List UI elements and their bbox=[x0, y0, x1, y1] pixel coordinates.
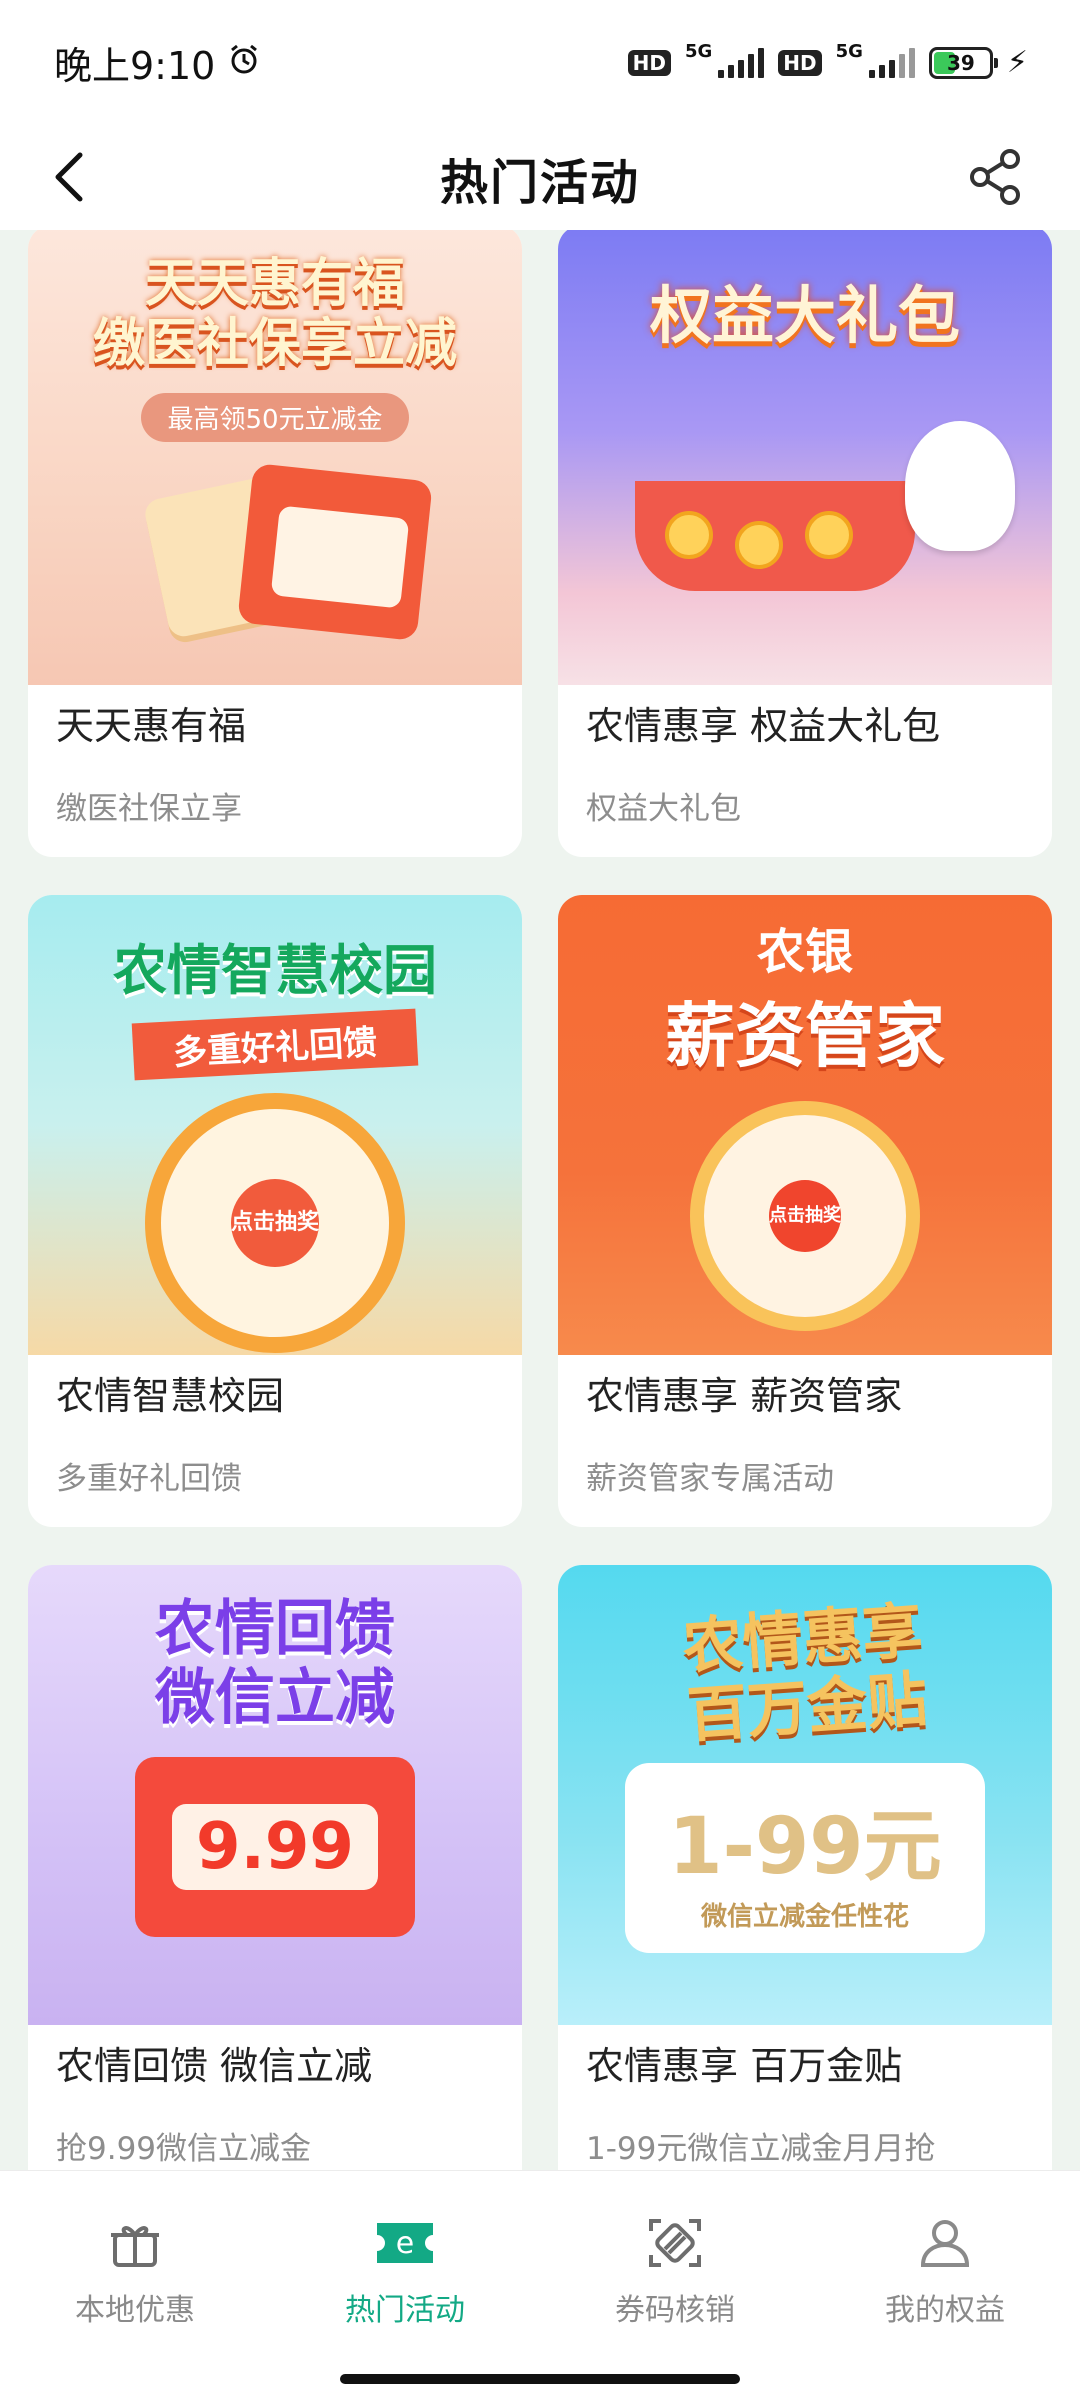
activity-banner-image: 权益大礼包 bbox=[558, 230, 1052, 685]
card-title: 农情惠享 权益大礼包 bbox=[586, 704, 941, 748]
activity-card[interactable]: 天天惠有福 缴医社保享立减 最高领50元立减金 天天惠有福 缴医社保立享 bbox=[28, 230, 522, 857]
status-right: HD 5G HD 5G 39 ⚡ bbox=[627, 40, 1028, 83]
banner-headline: 农情惠享 百万金贴 bbox=[680, 1596, 930, 1752]
activity-card[interactable]: 权益大礼包 农情惠享 权益大礼包 权益大礼包 bbox=[558, 230, 1052, 857]
activity-banner-image: 农银 薪资管家 点击抽奖 bbox=[558, 895, 1052, 1355]
tab-my-benefits[interactable]: 我的权益 bbox=[810, 2211, 1080, 2361]
banner-note: 微信立减金任性花 bbox=[700, 1901, 909, 1932]
activity-grid: 天天惠有福 缴医社保享立减 最高领50元立减金 天天惠有福 缴医社保立享 权益大… bbox=[0, 230, 1080, 2170]
medical-card-illustration bbox=[125, 462, 433, 642]
tab-label: 券码核销 bbox=[615, 2293, 735, 2328]
red-envelope-image: 9.99 bbox=[135, 1757, 415, 1937]
activity-card[interactable]: 农银 薪资管家 点击抽奖 农情惠享 薪资管家 薪资管家专属活动 bbox=[558, 895, 1052, 1527]
signal-strength-icon bbox=[868, 47, 915, 78]
activity-banner-image: 农情惠享 百万金贴 1-99元 微信立减金任性花 bbox=[558, 1565, 1052, 2025]
status-left: 晚上9:10 bbox=[54, 35, 261, 90]
card-subtitle: 多重好礼回馈 bbox=[56, 1461, 242, 1497]
charging-icon: ⚡ bbox=[1006, 45, 1028, 80]
network-type-label: 5G bbox=[684, 40, 713, 62]
share-button[interactable] bbox=[964, 145, 1028, 209]
card-title: 农情智慧校园 bbox=[56, 1374, 285, 1418]
card-subtitle: 抢9.99微信立减金 bbox=[56, 2131, 312, 2167]
card-subtitle: 薪资管家专属活动 bbox=[586, 1461, 834, 1497]
tab-label: 热门活动 bbox=[345, 2293, 465, 2328]
tab-label: 我的权益 bbox=[885, 2293, 1005, 2328]
gift-basket-illustration bbox=[595, 391, 1015, 601]
scan-coupon-icon bbox=[643, 2211, 707, 2275]
card-subtitle: 权益大礼包 bbox=[586, 791, 741, 827]
card-subtitle: 缴医社保立享 bbox=[56, 791, 242, 827]
hd-badge: HD bbox=[627, 49, 671, 76]
card-title: 农情惠享 百万金贴 bbox=[586, 2044, 903, 2088]
activity-card[interactable]: 农情回馈 微信立减 9.99 农情回馈 微信立减 抢9.99微信立减金 bbox=[28, 1565, 522, 2170]
battery-icon: 39 bbox=[928, 46, 998, 79]
banner-amount: 9.99 bbox=[172, 1804, 378, 1890]
activity-card[interactable]: 农情惠享 百万金贴 1-99元 微信立减金任性花 农情惠享 百万金贴 1-99元… bbox=[558, 1565, 1052, 2170]
banner-line2: 微信立减 bbox=[155, 1663, 395, 1733]
share-icon bbox=[970, 149, 1020, 205]
nav-bar: 热门活动 bbox=[0, 125, 1080, 230]
gift-icon bbox=[103, 2211, 167, 2275]
prize-wheel-image: 点击抽奖 bbox=[690, 1101, 920, 1332]
hd-badge: HD bbox=[778, 49, 822, 76]
wheel-center-label: 点击抽奖 bbox=[769, 1180, 841, 1253]
banner-line2: 缴医社保享立减 bbox=[92, 313, 457, 374]
banner-line2: 薪资管家 bbox=[665, 995, 945, 1078]
banner-headline: 农情回馈 微信立减 bbox=[155, 1595, 395, 1733]
mascot-image bbox=[905, 421, 1015, 552]
card-title: 农情回馈 微信立减 bbox=[56, 2044, 373, 2088]
bottom-tab-bar: 本地优惠 e 热门活动 券码核销 我的权益 bbox=[0, 2170, 1080, 2400]
banner-line1: 天天惠有福 bbox=[144, 254, 405, 314]
battery-level: 39 bbox=[947, 50, 975, 75]
activity-banner-image: 农情智慧校园 多重好礼回馈 点击抽奖 bbox=[28, 895, 522, 1355]
card-title: 天天惠有福 bbox=[56, 704, 247, 748]
prize-wheel-image: 点击抽奖 bbox=[145, 1093, 405, 1354]
banner-pill: 最高领50元立减金 bbox=[141, 392, 409, 442]
alarm-icon bbox=[227, 41, 261, 85]
status-bar: 晚上9:10 HD 5G HD 5G 39 ⚡ bbox=[0, 0, 1080, 125]
network-type-label: 5G bbox=[835, 40, 863, 62]
wheel-center-label: 点击抽奖 bbox=[231, 1179, 319, 1268]
banner-line1: 农情回馈 bbox=[155, 1594, 395, 1664]
banner-panel: 1-99元 微信立减金任性花 bbox=[625, 1763, 985, 1953]
banner-ribbon: 多重好礼回馈 bbox=[131, 1008, 419, 1081]
banner-headline: 农情智慧校园 bbox=[113, 939, 437, 1002]
chevron-left-icon bbox=[55, 152, 83, 202]
page-title: 热门活动 bbox=[439, 154, 640, 211]
clock-time: 晚上9:10 bbox=[54, 44, 216, 88]
tab-coupon-verify[interactable]: 券码核销 bbox=[540, 2211, 810, 2361]
tab-label: 本地优惠 bbox=[75, 2293, 195, 2328]
user-icon bbox=[913, 2211, 977, 2275]
home-indicator[interactable] bbox=[340, 2374, 740, 2384]
activity-card[interactable]: 农情智慧校园 多重好礼回馈 点击抽奖 农情智慧校园 多重好礼回馈 bbox=[28, 895, 522, 1527]
back-button[interactable] bbox=[40, 147, 100, 207]
banner-headline: 天天惠有福 缴医社保享立减 bbox=[92, 254, 457, 375]
signal-strength-icon bbox=[718, 47, 765, 78]
activity-banner-image: 天天惠有福 缴医社保享立减 最高领50元立减金 bbox=[28, 230, 522, 685]
tab-local-offers[interactable]: 本地优惠 bbox=[0, 2211, 270, 2361]
banner-line2: 百万金贴 bbox=[685, 1664, 930, 1752]
tab-hot-activities[interactable]: e 热门活动 bbox=[270, 2211, 540, 2361]
card-subtitle: 1-99元微信立减金月月抢 bbox=[586, 2131, 936, 2167]
svg-text:e: e bbox=[396, 2226, 414, 2261]
banner-headline: 权益大礼包 bbox=[649, 279, 960, 352]
banner-line1: 农银 bbox=[756, 924, 853, 980]
e-ticket-icon: e bbox=[373, 2211, 437, 2275]
card-title: 农情惠享 薪资管家 bbox=[586, 1374, 903, 1418]
activity-banner-image: 农情回馈 微信立减 9.99 bbox=[28, 1565, 522, 2025]
banner-amount: 1-99元 bbox=[668, 1801, 942, 1892]
